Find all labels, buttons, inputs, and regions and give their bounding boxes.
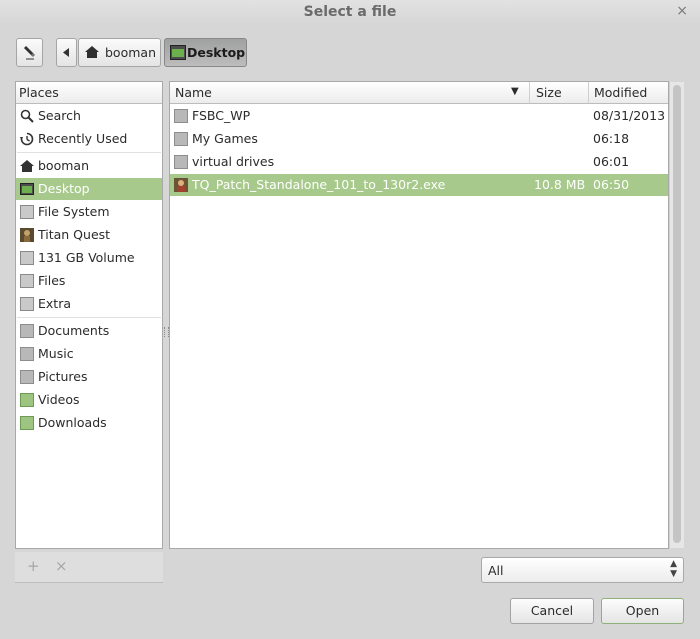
title-bar: Select a file × (0, 0, 700, 27)
sidebar-item-label: Titan Quest (38, 227, 111, 242)
file-list: Name ▼ Size Modified FSBC_WP 08/31/2013 … (169, 81, 669, 549)
file-name: My Games (192, 131, 258, 146)
remove-bookmark-icon[interactable]: × (55, 557, 68, 575)
file-modified: 06:18 (593, 131, 630, 146)
desktop-icon (170, 45, 186, 60)
places-header-label: Places (19, 85, 59, 100)
file-name: virtual drives (192, 154, 275, 169)
exe-icon (174, 178, 188, 192)
file-modified: 06:01 (593, 154, 630, 169)
places-sidebar: Places Search Recently Used booman Deskt… (15, 81, 163, 549)
cancel-button[interactable]: Cancel (510, 598, 594, 624)
scrollbar-thumb[interactable] (673, 85, 681, 543)
places-header: Places (16, 82, 162, 104)
file-name: FSBC_WP (192, 108, 251, 123)
sidebar-item-files[interactable]: Files (16, 270, 162, 292)
home-icon (20, 160, 34, 172)
file-row-selected[interactable]: TQ_Patch_Standalone_101_to_130r2.exe 10.… (170, 174, 668, 196)
type-location-button[interactable] (16, 38, 43, 67)
folder-downloads-icon (20, 416, 34, 430)
sidebar-separator (17, 152, 161, 153)
column-header-size[interactable]: Size (529, 82, 588, 104)
file-modified: 06:50 (593, 177, 630, 192)
path-scroll-left-button[interactable] (56, 38, 77, 67)
breadcrumb-label: booman (105, 45, 156, 60)
column-header-modified[interactable]: Modified (588, 82, 668, 104)
folder-icon (174, 132, 188, 146)
updown-arrows-icon: ▲ ▼ (670, 559, 677, 579)
open-button[interactable]: Open (601, 598, 684, 624)
sidebar-item-label: 131 GB Volume (38, 250, 135, 265)
breadcrumb-booman[interactable]: booman (78, 38, 161, 67)
sidebar-item-131gb-volume[interactable]: 131 GB Volume (16, 247, 162, 269)
window-title: Select a file (303, 4, 397, 20)
sidebar-item-desktop[interactable]: Desktop (16, 178, 162, 200)
sidebar-item-recently-used[interactable]: Recently Used (16, 128, 162, 150)
sidebar-item-search[interactable]: Search (16, 105, 162, 127)
recent-icon (20, 132, 34, 146)
file-row[interactable]: virtual drives 06:01 (170, 151, 668, 173)
file-row[interactable]: FSBC_WP 08/31/2013 (170, 105, 668, 127)
sidebar-item-documents[interactable]: Documents (16, 320, 162, 342)
sidebar-item-label: Music (38, 346, 74, 361)
sidebar-item-music[interactable]: Music (16, 343, 162, 365)
file-list-scrollbar[interactable] (669, 82, 684, 548)
folder-icon (174, 155, 188, 169)
sidebar-item-videos[interactable]: Videos (16, 389, 162, 411)
drive-icon (20, 274, 34, 288)
sidebar-item-label: File System (38, 204, 110, 219)
column-header-label: Modified (594, 85, 648, 100)
sidebar-item-extra[interactable]: Extra (16, 293, 162, 315)
search-icon (20, 109, 34, 123)
sidebar-item-titan-quest[interactable]: Titan Quest (16, 224, 162, 246)
file-row[interactable]: My Games 06:18 (170, 128, 668, 150)
sidebar-item-file-system[interactable]: File System (16, 201, 162, 223)
titan-quest-icon (20, 228, 34, 242)
column-header-name[interactable]: Name ▼ (170, 82, 529, 104)
breadcrumb-label: Desktop (187, 45, 246, 60)
add-bookmark-icon[interactable]: + (27, 557, 40, 575)
sort-descending-icon: ▼ (511, 86, 519, 97)
left-arrow-icon (63, 48, 69, 57)
sidebar-item-label: Pictures (38, 369, 88, 384)
sidebar-item-label: Search (38, 108, 81, 123)
file-name: TQ_Patch_Standalone_101_to_130r2.exe (192, 177, 446, 192)
sidebar-item-label: Desktop (38, 181, 90, 196)
sidebar-item-downloads[interactable]: Downloads (16, 412, 162, 434)
column-header-label: Size (536, 85, 562, 100)
file-size: 10.8 MB (534, 177, 586, 192)
sidebar-item-booman[interactable]: booman (16, 155, 162, 177)
breadcrumb-desktop[interactable]: Desktop (164, 38, 247, 67)
sidebar-item-label: Documents (38, 323, 110, 338)
sidebar-item-label: Files (38, 273, 66, 288)
sidebar-separator (17, 317, 161, 318)
drive-icon (20, 251, 34, 265)
sidebar-item-label: Recently Used (38, 131, 128, 146)
folder-music-icon (20, 347, 34, 361)
home-icon (85, 46, 99, 58)
sidebar-item-label: Extra (38, 296, 71, 311)
file-filter-value: All (488, 563, 504, 578)
close-icon[interactable]: × (676, 3, 688, 19)
folder-videos-icon (20, 393, 34, 407)
drive-icon (20, 205, 34, 219)
pencil-icon (23, 45, 36, 60)
drive-icon (20, 297, 34, 311)
sidebar-item-label: Videos (38, 392, 80, 407)
sidebar-item-label: Downloads (38, 415, 107, 430)
folder-documents-icon (20, 324, 34, 338)
sidebar-item-label: booman (38, 158, 89, 173)
file-filter-select[interactable]: All ▲ ▼ (481, 557, 684, 583)
folder-icon (174, 109, 188, 123)
column-header-label: Name (175, 85, 212, 100)
folder-pictures-icon (20, 370, 34, 384)
desktop-icon (20, 183, 34, 195)
sidebar-item-pictures[interactable]: Pictures (16, 366, 162, 388)
file-modified: 08/31/2013 (593, 108, 666, 123)
places-toolbar: + × (15, 552, 163, 583)
